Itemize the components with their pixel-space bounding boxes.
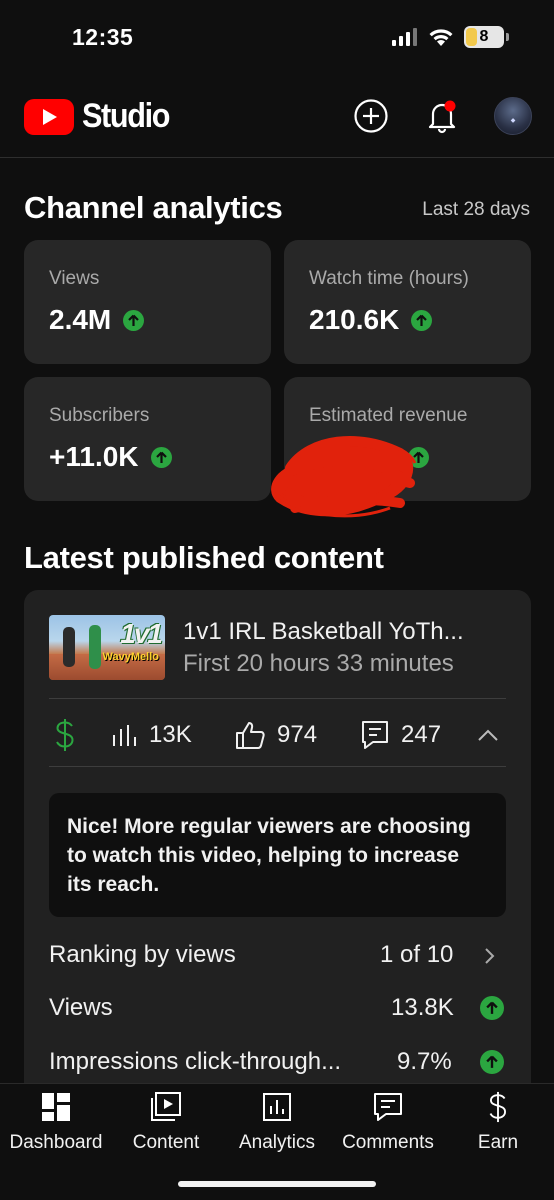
ranking-value: 1 of 10 bbox=[380, 941, 454, 968]
status-bar: 12:35 8 bbox=[0, 0, 554, 78]
trend-up-icon bbox=[123, 309, 145, 331]
trend-up-icon bbox=[411, 309, 433, 331]
views-count: 13K bbox=[149, 721, 192, 748]
likes-count: 974 bbox=[277, 721, 318, 748]
metric-row: 13K 974 247 bbox=[49, 715, 506, 755]
nav-comments[interactable]: Comments bbox=[333, 1084, 443, 1164]
chevron-up-icon bbox=[478, 729, 498, 741]
chevron-right-icon bbox=[485, 948, 495, 964]
nav-label: Comments bbox=[342, 1132, 434, 1153]
wifi-icon bbox=[429, 29, 453, 46]
bar-chart-icon bbox=[113, 725, 136, 746]
views-row: Views 13.8K bbox=[49, 988, 506, 1028]
nav-label: Content bbox=[132, 1132, 200, 1153]
divider bbox=[49, 766, 506, 767]
views-card[interactable]: Views 2.4M bbox=[24, 240, 271, 364]
likes-metric[interactable]: 974 bbox=[235, 715, 317, 755]
nav-analytics[interactable]: Analytics bbox=[226, 1084, 328, 1164]
comments-count: 247 bbox=[401, 721, 442, 748]
stat-value: +11.0K bbox=[49, 441, 139, 472]
comments-metric[interactable]: 247 bbox=[361, 715, 441, 755]
content-icon bbox=[151, 1092, 181, 1122]
notifications-button[interactable] bbox=[424, 98, 460, 134]
channel-analytics-title: Channel analytics bbox=[24, 190, 283, 225]
nav-label: Analytics bbox=[238, 1132, 316, 1153]
home-indicator[interactable] bbox=[178, 1181, 376, 1187]
trend-up-icon bbox=[480, 1050, 504, 1074]
trend-up-icon bbox=[150, 446, 172, 468]
app-header: Studio ◆ bbox=[0, 78, 554, 158]
battery-icon: 8 bbox=[464, 26, 509, 48]
stat-label: Subscribers bbox=[49, 405, 150, 426]
watch-time-card[interactable]: Watch time (hours) 210.6K bbox=[284, 240, 531, 364]
ctr-row: Impressions click-through... 9.7% bbox=[49, 1042, 506, 1082]
comment-icon bbox=[362, 721, 388, 749]
divider bbox=[49, 698, 506, 699]
avatar-badge-icon: ◆ bbox=[510, 118, 516, 124]
youtube-logo-icon bbox=[24, 98, 74, 135]
analytics-icon bbox=[262, 1092, 292, 1122]
status-icons: 8 bbox=[392, 26, 509, 48]
thumbnail-brand: 1v1 bbox=[120, 618, 163, 649]
views-row-value: 13.8K bbox=[391, 994, 454, 1021]
analytics-range[interactable]: Last 28 days bbox=[422, 199, 530, 221]
ctr-row-label: Impressions click-through... bbox=[49, 1048, 342, 1075]
video-subtitle: First 20 hours 33 minutes bbox=[183, 650, 454, 677]
stat-label: Views bbox=[49, 268, 100, 289]
nav-earn[interactable]: Earn bbox=[460, 1084, 536, 1164]
thumbnail-brand-sub: WavyMello bbox=[102, 651, 159, 663]
nav-label: Earn bbox=[477, 1132, 519, 1153]
nav-content[interactable]: Content bbox=[116, 1084, 216, 1164]
stat-label: Watch time (hours) bbox=[309, 268, 469, 289]
latest-content-card: 1v1 WavyMello 1v1 IRL Basketball YoTh...… bbox=[24, 590, 531, 1110]
subscribers-card[interactable]: Subscribers +11.0K bbox=[24, 377, 271, 501]
insight-message: Nice! More regular viewers are choosing … bbox=[49, 793, 506, 917]
trend-up-icon bbox=[480, 996, 504, 1020]
status-time: 12:35 bbox=[72, 24, 134, 50]
views-metric[interactable]: 13K bbox=[111, 715, 192, 755]
revenue-metric[interactable] bbox=[53, 715, 77, 755]
studio-logo[interactable]: Studio bbox=[24, 97, 179, 136]
collapse-button[interactable] bbox=[477, 715, 499, 755]
create-button[interactable] bbox=[353, 98, 389, 134]
dashboard-icon bbox=[41, 1092, 71, 1122]
views-row-label: Views bbox=[49, 994, 113, 1021]
stat-value: 2.4M bbox=[49, 304, 112, 335]
video-title[interactable]: 1v1 IRL Basketball YoTh... bbox=[183, 618, 464, 646]
stat-label: Estimated revenue bbox=[309, 405, 468, 426]
ranking-label: Ranking by views bbox=[49, 941, 236, 968]
logo-text: Studio bbox=[82, 97, 170, 135]
comments-icon bbox=[373, 1092, 403, 1122]
ctr-row-value: 9.7% bbox=[397, 1048, 452, 1075]
dollar-icon bbox=[56, 719, 74, 751]
latest-content-title: Latest published content bbox=[24, 540, 384, 575]
battery-percent: 8 bbox=[479, 28, 489, 45]
avatar[interactable]: ◆ bbox=[494, 97, 532, 135]
plus-circle-icon bbox=[354, 99, 388, 133]
nav-dashboard[interactable]: Dashboard bbox=[0, 1084, 112, 1164]
thumbs-up-icon bbox=[236, 722, 265, 749]
cellular-signal-icon bbox=[392, 28, 417, 46]
nav-label: Dashboard bbox=[9, 1132, 103, 1153]
video-thumbnail[interactable]: 1v1 WavyMello bbox=[49, 615, 165, 680]
redaction-scribble bbox=[271, 436, 417, 518]
ranking-row[interactable]: Ranking by views 1 of 10 bbox=[49, 935, 506, 975]
stat-value: 210.6K bbox=[309, 304, 400, 335]
dollar-icon bbox=[483, 1091, 513, 1123]
bell-icon bbox=[428, 100, 456, 134]
